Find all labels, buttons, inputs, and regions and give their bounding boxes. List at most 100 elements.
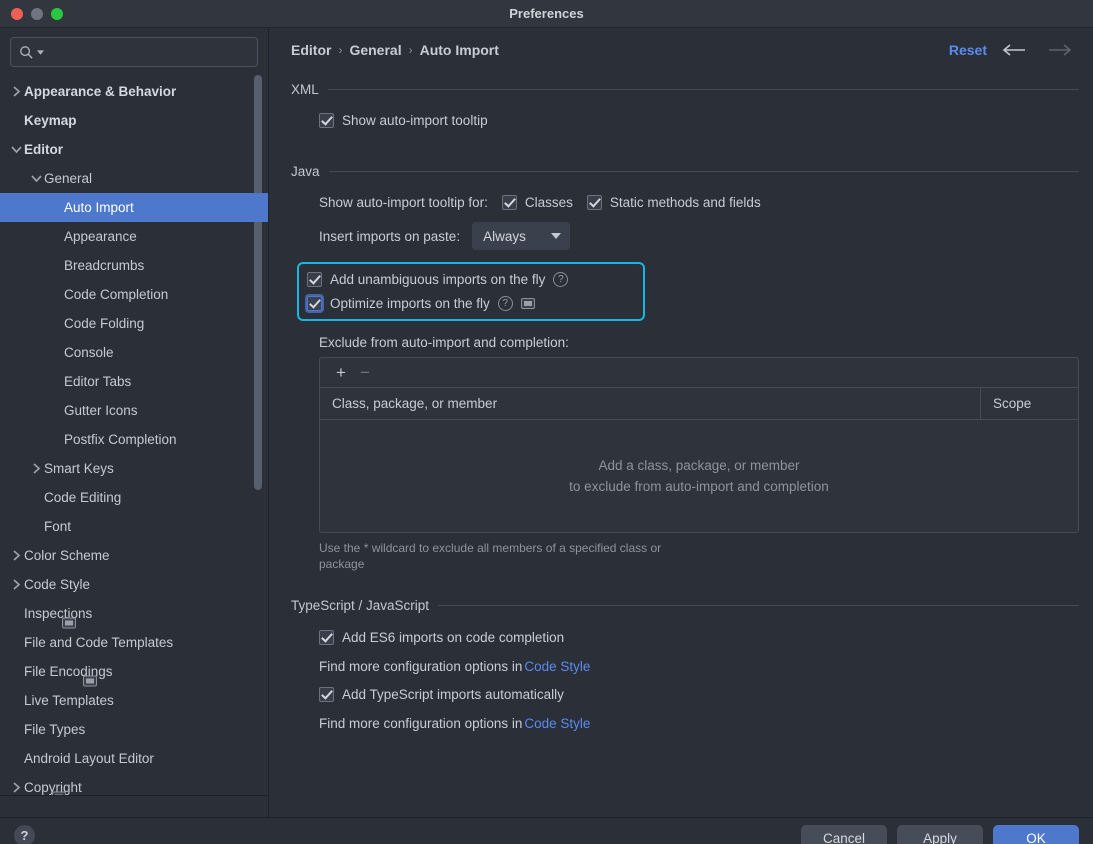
chevron-down-icon[interactable] <box>28 174 44 183</box>
column-header-class[interactable]: Class, package, or member <box>320 388 981 419</box>
sidebar-item-breadcrumbs[interactable]: Breadcrumbs <box>0 251 268 280</box>
preferences-dialog: Preferences Appearance & Behavior Keymap… <box>0 0 1093 844</box>
empty-state-line1: Add a class, package, or member <box>598 458 800 473</box>
sidebar-item-code-style[interactable]: Code Style <box>0 570 268 599</box>
sidebar-item-smart-keys[interactable]: Smart Keys <box>0 454 268 483</box>
back-arrow-icon[interactable] <box>995 43 1033 57</box>
sidebar-item-label: Breadcrumbs <box>64 258 145 273</box>
code-style-link-2[interactable]: Code Style <box>524 716 590 731</box>
sidebar-item-color-scheme[interactable]: Color Scheme <box>0 541 268 570</box>
sidebar-item-label: File Types <box>24 722 86 737</box>
search-input[interactable] <box>47 44 249 60</box>
sidebar-item-editor[interactable]: Editor <box>0 135 268 164</box>
cancel-button[interactable]: Cancel <box>801 825 887 844</box>
xml-show-tooltip-row[interactable]: Show auto-import tooltip <box>291 113 1079 128</box>
code-style-link-1[interactable]: Code Style <box>524 659 590 674</box>
sidebar-item-label: General <box>44 171 93 186</box>
exclude-table-empty-state: Add a class, package, or member to exclu… <box>320 420 1078 532</box>
forward-arrow-icon[interactable] <box>1041 43 1079 57</box>
minimize-button[interactable] <box>31 7 43 20</box>
sidebar-item-code-completion[interactable]: Code Completion <box>0 280 268 309</box>
sidebar-item-code-folding[interactable]: Code Folding <box>0 309 268 338</box>
chevron-right-icon[interactable] <box>8 782 24 793</box>
sidebar-item-label: Console <box>64 345 114 360</box>
sidebar-item-live-templates[interactable]: Live Templates <box>0 686 268 715</box>
java-tooltip-static-checkbox[interactable] <box>586 195 602 210</box>
insert-imports-select[interactable]: Always <box>472 222 571 250</box>
help-icon[interactable]: ? <box>497 296 513 311</box>
breadcrumb-item-general[interactable]: General <box>349 42 401 58</box>
window-title: Preferences <box>509 6 584 21</box>
find-more-text-2: Find more configuration options in <box>319 716 523 732</box>
sidebar-item-general[interactable]: General <box>0 164 268 193</box>
sidebar-item-label: File Encodings <box>24 664 113 679</box>
sidebar-item-font[interactable]: Font <box>0 512 268 541</box>
sidebar-item-keymap[interactable]: Keymap <box>0 106 268 135</box>
remove-exclusion-button[interactable]: − <box>360 364 370 381</box>
java-section-header: Java <box>291 164 1079 179</box>
add-unambiguous-row[interactable]: Add unambiguous imports on the fly ? <box>307 272 633 287</box>
sidebar-item-file-encodings[interactable]: File Encodings <box>0 657 268 686</box>
search-dropdown-icon[interactable] <box>37 49 44 55</box>
insert-imports-label: Insert imports on paste: <box>319 228 461 244</box>
find-more-text-1: Find more configuration options in <box>319 659 523 675</box>
ts-auto-imports-label: Add TypeScript imports automatically <box>342 687 564 703</box>
java-tooltip-for-row: Show auto-import tooltip for: Classes St… <box>291 195 1079 210</box>
close-button[interactable] <box>11 7 23 20</box>
optimize-imports-label: Optimize imports on the fly <box>330 296 490 311</box>
find-more-row-2: Find more configuration options in Code … <box>291 716 1079 731</box>
dialog-footer: ? Cancel Apply OK <box>0 817 1093 844</box>
sidebar-item-android-layout-editor[interactable]: Android Layout Editor <box>0 744 268 773</box>
sidebar-item-copyright[interactable]: Copyright <box>0 773 268 795</box>
add-exclusion-button[interactable]: + <box>336 364 346 381</box>
sidebar-item-appearance[interactable]: Appearance <box>0 222 268 251</box>
sidebar-item-code-editing[interactable]: Code Editing <box>0 483 268 512</box>
java-section-title: Java <box>291 164 320 179</box>
chevron-right-icon[interactable] <box>8 550 24 561</box>
settings-tree[interactable]: Appearance & Behavior Keymap Editor General… <box>0 75 268 795</box>
sidebar-item-label: Editor <box>24 142 63 157</box>
help-icon[interactable]: ? <box>553 272 569 287</box>
sidebar-item-label: Appearance <box>64 229 137 244</box>
sidebar-item-inspections[interactable]: Inspections <box>0 599 268 628</box>
optimize-imports-row[interactable]: Optimize imports on the fly ? <box>307 296 633 311</box>
es6-imports-row[interactable]: Add ES6 imports on code completion <box>291 630 1079 646</box>
ts-auto-imports-row[interactable]: Add TypeScript imports automatically <box>291 687 1079 703</box>
add-unambiguous-label: Add unambiguous imports on the fly <box>330 272 546 287</box>
tsjs-section-title: TypeScript / JavaScript <box>291 598 430 614</box>
sidebar-item-console[interactable]: Console <box>0 338 268 367</box>
chevron-right-icon[interactable] <box>8 579 24 590</box>
java-tooltip-classes-checkbox[interactable] <box>501 195 517 210</box>
sidebar-item-postfix-completion[interactable]: Postfix Completion <box>0 425 268 454</box>
chevron-right-icon[interactable] <box>8 86 24 97</box>
ok-button[interactable]: OK <box>993 825 1079 844</box>
search-box[interactable] <box>10 37 258 67</box>
breadcrumb-bar: Editor › General › Auto Import Reset <box>269 28 1093 72</box>
chevron-down-icon[interactable] <box>8 145 24 154</box>
maximize-button[interactable] <box>51 7 63 20</box>
sidebar-item-auto-import[interactable]: Auto Import <box>0 193 268 222</box>
xml-show-tooltip-checkbox[interactable] <box>319 113 334 128</box>
es6-imports-checkbox[interactable] <box>319 630 334 646</box>
java-tooltip-static-label: Static methods and fields <box>609 195 761 210</box>
add-unambiguous-checkbox[interactable] <box>307 272 322 287</box>
sidebar-item-label: Code Style <box>24 577 91 592</box>
sidebar-item-label: Inspections <box>24 606 93 621</box>
chevron-right-icon[interactable] <box>28 463 44 474</box>
reset-link[interactable]: Reset <box>949 42 987 58</box>
optimize-imports-checkbox[interactable] <box>307 296 322 311</box>
sidebar-item-file-and-code-templates[interactable]: File and Code Templates <box>0 628 268 657</box>
column-header-scope[interactable]: Scope <box>981 388 1078 419</box>
empty-state-line2: to exclude from auto-import and completi… <box>569 479 829 494</box>
help-button[interactable]: ? <box>14 825 35 844</box>
ts-auto-imports-checkbox[interactable] <box>319 687 334 703</box>
section-divider <box>328 171 1079 172</box>
sidebar-item-editor-tabs[interactable]: Editor Tabs <box>0 367 268 396</box>
breadcrumb-item-editor[interactable]: Editor <box>291 42 331 58</box>
sidebar-item-appearance-behavior[interactable]: Appearance & Behavior <box>0 77 268 106</box>
find-more-row-1: Find more configuration options in Code … <box>291 659 1079 674</box>
apply-button[interactable]: Apply <box>897 825 983 844</box>
sidebar-item-file-types[interactable]: File Types <box>0 715 268 744</box>
sidebar-item-gutter-icons[interactable]: Gutter Icons <box>0 396 268 425</box>
auto-import-highlight-box: Add unambiguous imports on the fly ? Opt… <box>297 262 645 321</box>
